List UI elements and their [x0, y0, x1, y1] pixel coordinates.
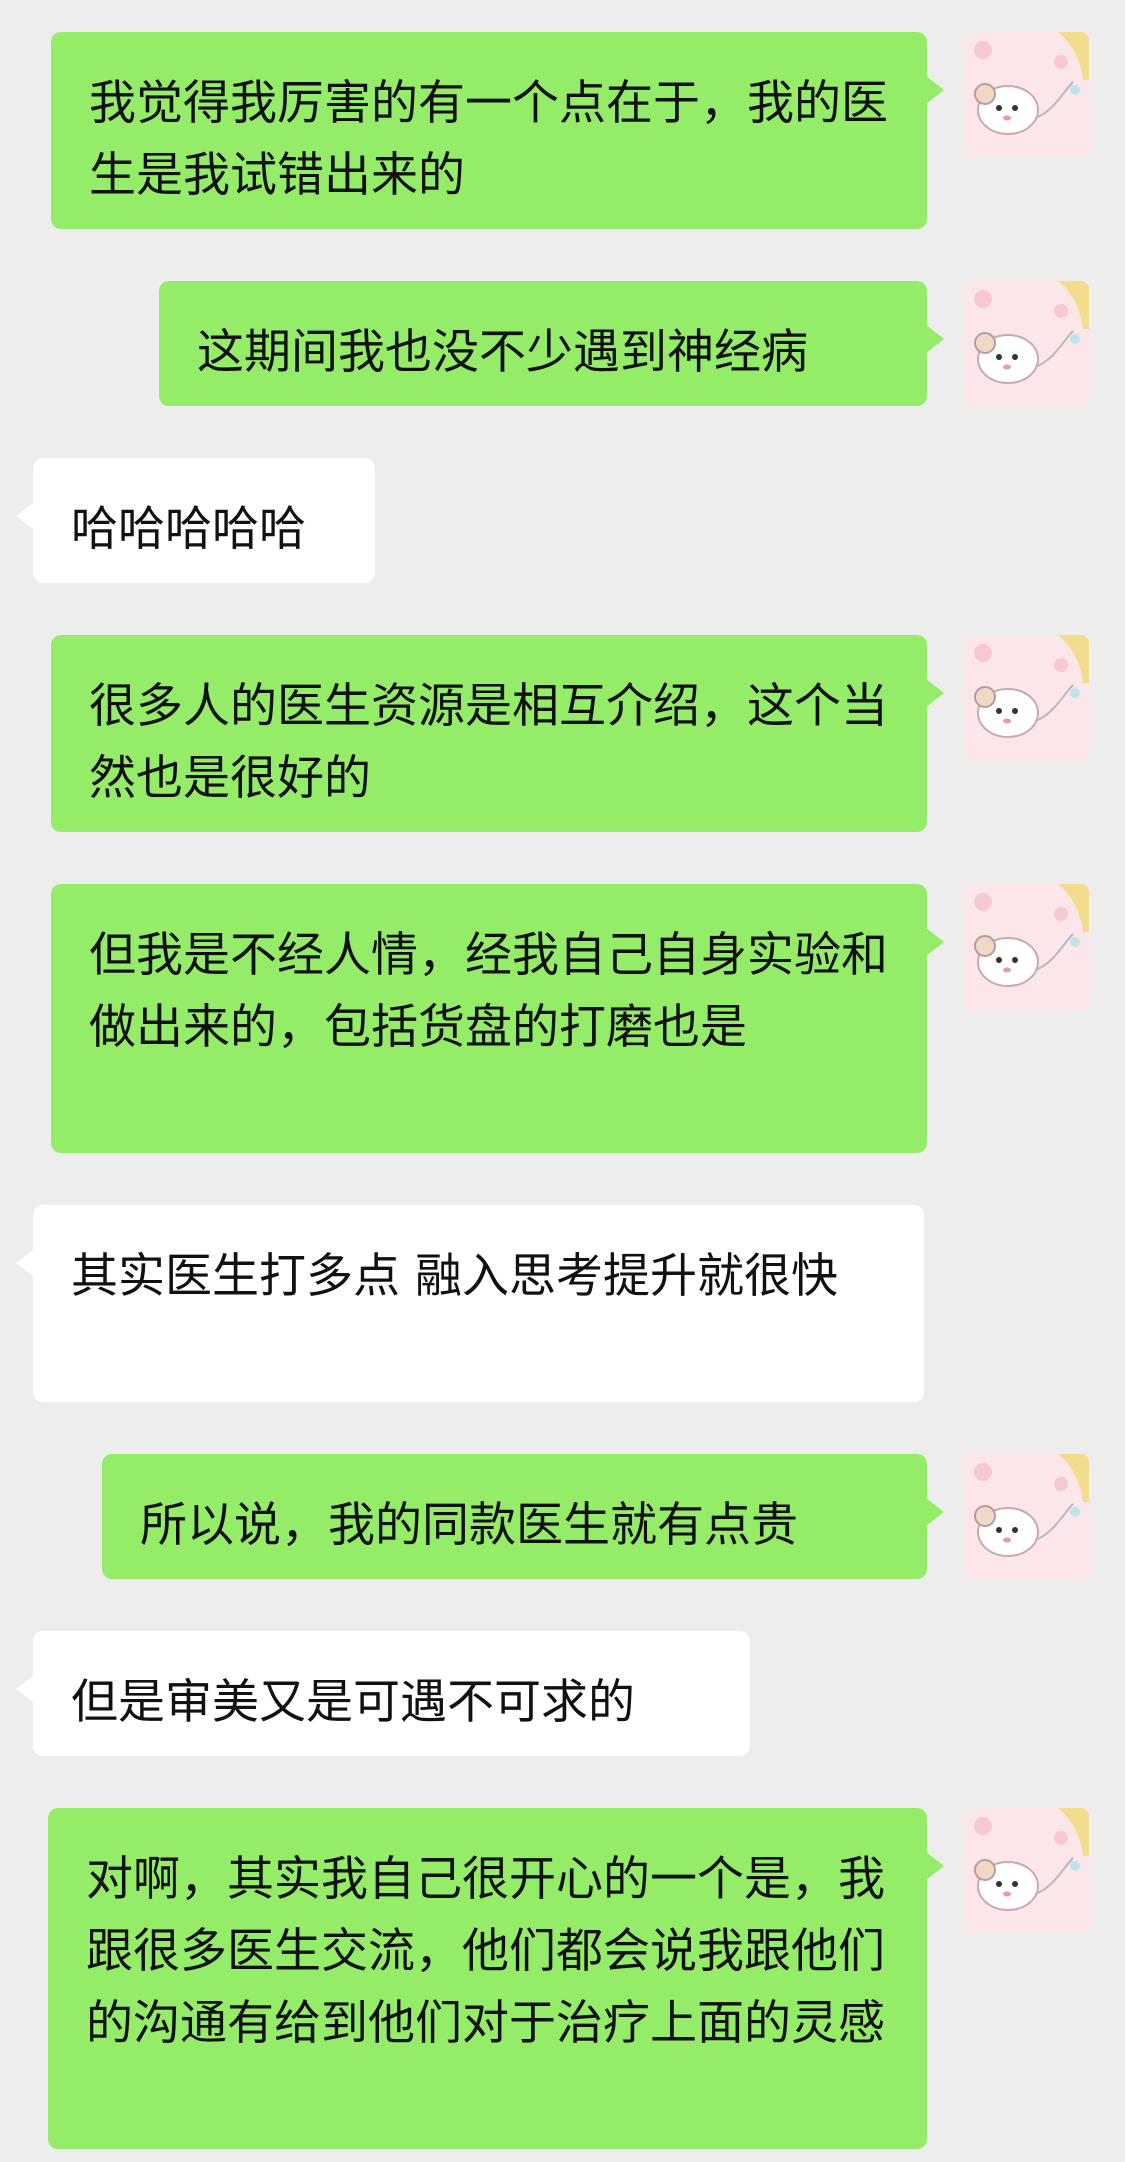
incoming-message-bubble[interactable]: 其实医生打多点 融入思考提升就很快 — [16, 1205, 924, 1402]
message-text: 哈哈哈哈哈 — [71, 502, 306, 557]
incoming-message-bubble[interactable]: 哈哈哈哈哈 — [16, 458, 375, 583]
cartoon-mouse-avatar-icon[interactable] — [963, 635, 1089, 761]
outgoing-message-bubble[interactable]: 但我是不经人情，经我自己自身实验和做出来的，包括货盘的打磨也是 — [51, 884, 944, 1153]
message-text: 所以说，我的同款医生就有点贵 — [140, 1498, 798, 1553]
message-text: 但我是不经人情，经我自己自身实验和做出来的，包括货盘的打磨也是 — [89, 928, 888, 1055]
chat-message-list[interactable]: 我觉得我厉害的有一个点在于，我的医生是我试错出来的 这期间我也没不少遇到神经病 — [0, 0, 1125, 2162]
outgoing-message-bubble[interactable]: 所以说，我的同款医生就有点贵 — [102, 1454, 944, 1579]
cartoon-mouse-avatar-icon[interactable] — [963, 1454, 1089, 1580]
incoming-message-bubble[interactable]: 但是审美又是可遇不可求的 — [16, 1631, 750, 1756]
message-text: 对啊，其实我自己很开心的一个是，我跟很多医生交流，他们都会说我跟他们的沟通有给到… — [86, 1852, 885, 2051]
message-text: 这期间我也没不少遇到神经病 — [197, 325, 808, 380]
outgoing-message-bubble[interactable]: 这期间我也没不少遇到神经病 — [159, 281, 944, 406]
outgoing-message-bubble[interactable]: 很多人的医生资源是相互介绍，这个当然也是很好的 — [51, 635, 944, 832]
cartoon-mouse-avatar-icon[interactable] — [963, 281, 1089, 407]
message-text: 但是审美又是可遇不可求的 — [71, 1675, 635, 1730]
cartoon-mouse-avatar-icon[interactable] — [963, 32, 1089, 158]
message-text: 我觉得我厉害的有一个点在于，我的医生是我试错出来的 — [89, 76, 888, 203]
outgoing-message-bubble[interactable]: 我觉得我厉害的有一个点在于，我的医生是我试错出来的 — [51, 32, 944, 229]
cartoon-mouse-avatar-icon[interactable] — [963, 1808, 1089, 1934]
outgoing-message-bubble[interactable]: 对啊，其实我自己很开心的一个是，我跟很多医生交流，他们都会说我跟他们的沟通有给到… — [48, 1808, 944, 2149]
message-text: 其实医生打多点 融入思考提升就很快 — [71, 1249, 838, 1304]
message-text: 很多人的医生资源是相互介绍，这个当然也是很好的 — [89, 679, 888, 806]
cartoon-mouse-avatar-icon[interactable] — [963, 884, 1089, 1010]
